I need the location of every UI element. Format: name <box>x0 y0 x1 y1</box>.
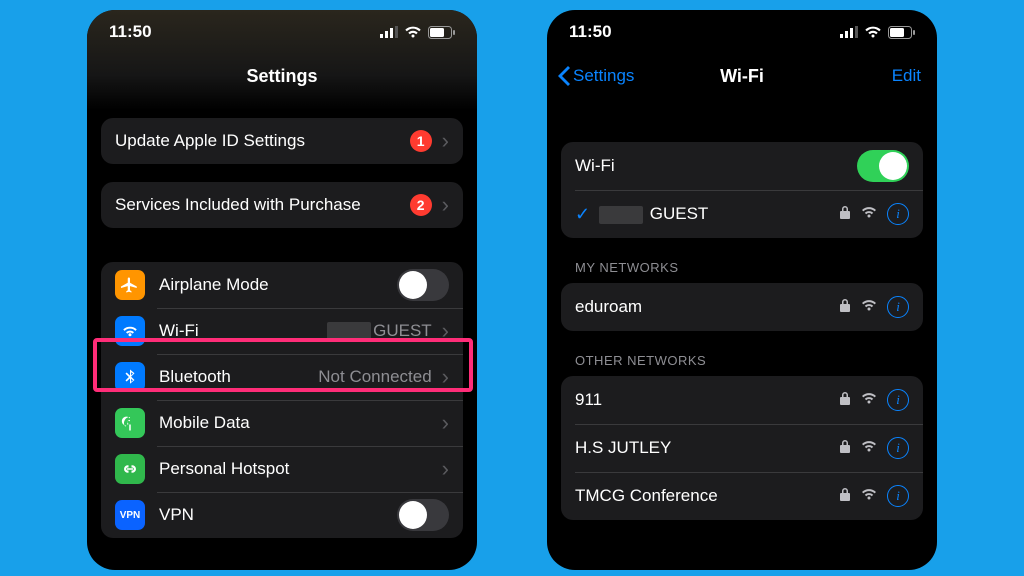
nav-bar: Settings <box>87 54 477 98</box>
edit-button[interactable]: Edit <box>892 54 921 98</box>
wifi-strength-icon <box>861 439 877 457</box>
airplane-icon <box>115 270 145 300</box>
battery-icon <box>428 26 455 39</box>
row-airplane-mode[interactable]: Airplane Mode <box>101 262 463 308</box>
section-other-networks: OTHER NETWORKS <box>575 353 923 368</box>
row-label: VPN <box>159 505 194 525</box>
edit-label: Edit <box>892 66 921 86</box>
row-wifi[interactable]: Wi-Fi GUEST › <box>101 308 463 354</box>
network-name: GUEST <box>599 204 839 224</box>
redacted-prefix <box>599 206 643 224</box>
row-label: Wi-Fi <box>159 321 199 341</box>
badge: 2 <box>410 194 432 216</box>
settings-content: Update Apple ID Settings 1 › Services In… <box>87 118 477 538</box>
row-mobile-data[interactable]: Mobile Data › <box>101 400 463 446</box>
network-name: 911 <box>575 390 839 410</box>
group-other-networks: 911 i H.S JUTLEY i TMCG Conference <box>561 376 923 520</box>
row-network-911[interactable]: 911 i <box>561 376 923 424</box>
group-apple-id: Update Apple ID Settings 1 › <box>101 118 463 164</box>
chevron-right-icon: › <box>442 366 449 388</box>
network-name: H.S JUTLEY <box>575 438 839 458</box>
wifi-screen: 11:50 Settings Wi-Fi Edit Wi-Fi ✓ <box>547 10 937 570</box>
status-time: 11:50 <box>569 22 612 42</box>
network-name: eduroam <box>575 297 839 317</box>
row-value: GUEST <box>373 321 432 341</box>
group-services: Services Included with Purchase 2 › <box>101 182 463 228</box>
info-icon[interactable]: i <box>887 296 909 318</box>
row-label: Update Apple ID Settings <box>115 131 305 151</box>
redacted-prefix <box>327 322 371 340</box>
cellular-icon <box>840 26 858 38</box>
wifi-strength-icon <box>861 205 877 223</box>
bluetooth-icon <box>115 362 145 392</box>
row-label: Airplane Mode <box>159 275 269 295</box>
wifi-strength-icon <box>861 298 877 316</box>
info-icon[interactable]: i <box>887 203 909 225</box>
row-vpn[interactable]: VPN VPN <box>101 492 463 538</box>
row-wifi-toggle[interactable]: Wi-Fi <box>561 142 923 190</box>
row-network-hs-jutley[interactable]: H.S JUTLEY i <box>561 424 923 472</box>
row-personal-hotspot[interactable]: Personal Hotspot › <box>101 446 463 492</box>
lock-icon <box>839 298 851 317</box>
section-my-networks: MY NETWORKS <box>575 260 923 275</box>
row-services[interactable]: Services Included with Purchase 2 › <box>101 182 463 228</box>
settings-screen: 11:50 Settings Update Apple ID Settings … <box>87 10 477 570</box>
row-label: Wi-Fi <box>575 156 857 176</box>
row-update-apple-id[interactable]: Update Apple ID Settings 1 › <box>101 118 463 164</box>
lock-icon <box>839 205 851 224</box>
chevron-right-icon: › <box>442 194 449 216</box>
lock-icon <box>839 487 851 506</box>
battery-icon <box>888 26 915 39</box>
wifi-toggle[interactable] <box>857 150 909 182</box>
row-label: Personal Hotspot <box>159 459 289 479</box>
badge: 1 <box>410 130 432 152</box>
wifi-icon <box>404 26 422 38</box>
row-label: Services Included with Purchase <box>115 195 361 215</box>
group-connectivity: Airplane Mode Wi-Fi GUEST › Bluetooth <box>101 262 463 538</box>
row-value: Not Connected <box>318 367 431 387</box>
chevron-right-icon: › <box>442 458 449 480</box>
nav-bar: Settings Wi-Fi Edit <box>547 54 937 98</box>
network-name: TMCG Conference <box>575 486 839 506</box>
back-button[interactable]: Settings <box>557 54 634 98</box>
info-icon[interactable]: i <box>887 389 909 411</box>
chevron-right-icon: › <box>442 130 449 152</box>
wifi-icon <box>864 26 882 38</box>
chevron-right-icon: › <box>442 320 449 342</box>
status-time: 11:50 <box>109 22 152 42</box>
row-label: Bluetooth <box>159 367 231 387</box>
page-title: Settings <box>246 66 317 87</box>
status-bar: 11:50 <box>547 10 937 54</box>
back-label: Settings <box>573 66 634 86</box>
row-network-tmcg[interactable]: TMCG Conference i <box>561 472 923 520</box>
group-wifi-toggle: Wi-Fi ✓ GUEST i <box>561 142 923 238</box>
info-icon[interactable]: i <box>887 485 909 507</box>
status-indicators <box>380 26 455 39</box>
cellular-icon <box>380 26 398 38</box>
wifi-content: Wi-Fi ✓ GUEST i MY NETWORKS eduroam <box>547 142 937 520</box>
wifi-icon <box>115 316 145 346</box>
wifi-strength-icon <box>861 391 877 409</box>
lock-icon <box>839 439 851 458</box>
vpn-icon: VPN <box>115 500 145 530</box>
row-bluetooth[interactable]: Bluetooth Not Connected › <box>101 354 463 400</box>
lock-icon <box>839 391 851 410</box>
row-network-eduroam[interactable]: eduroam i <box>561 283 923 331</box>
chevron-right-icon: › <box>442 412 449 434</box>
hotspot-icon <box>115 454 145 484</box>
status-indicators <box>840 26 915 39</box>
wifi-strength-icon <box>861 487 877 505</box>
info-icon[interactable]: i <box>887 437 909 459</box>
antenna-icon <box>115 408 145 438</box>
page-title: Wi-Fi <box>720 66 764 87</box>
network-name-text: GUEST <box>650 204 709 223</box>
row-connected-network[interactable]: ✓ GUEST i <box>561 190 923 238</box>
group-my-networks: eduroam i <box>561 283 923 331</box>
status-bar: 11:50 <box>87 10 477 54</box>
vpn-toggle[interactable] <box>397 499 449 531</box>
checkmark-icon: ✓ <box>575 204 599 225</box>
row-label: Mobile Data <box>159 413 250 433</box>
airplane-toggle[interactable] <box>397 269 449 301</box>
